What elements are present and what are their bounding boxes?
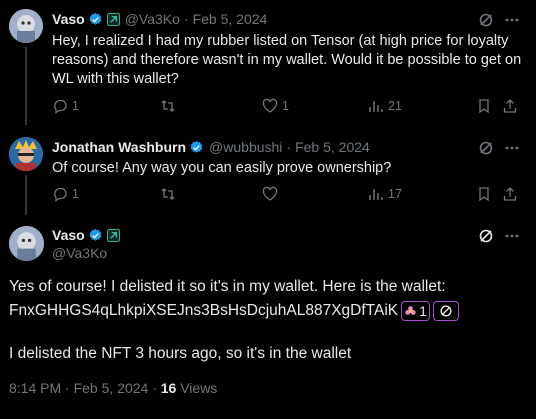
main-tweet: Vaso @Va3Ko Yes of course! I delisted it… — [0, 218, 536, 419]
more-icon[interactable] — [504, 12, 520, 28]
author-name[interactable]: Jonathan Washburn — [52, 139, 186, 155]
main-text-line-3: I delisted the NFT 3 hours ago, so it's … — [9, 345, 352, 362]
tweet-actions: 1 17 — [52, 186, 522, 206]
author-handle[interactable]: @wubbushi — [209, 139, 282, 155]
affiliate-icon[interactable] — [106, 12, 120, 26]
views-label: Views — [176, 380, 218, 396]
tensor-chip[interactable] — [432, 301, 459, 321]
verified-icon — [89, 12, 102, 25]
reply-count: 1 — [72, 99, 79, 113]
bookmark-button[interactable] — [476, 98, 492, 114]
author-handle[interactable]: @Va3Ko — [52, 245, 107, 261]
views-icon — [369, 189, 383, 200]
like-icon — [262, 186, 278, 201]
tweet-text-line: Of course! Any way you can easily prove … — [52, 160, 392, 176]
tweet-header: Vaso — [52, 227, 120, 243]
repost-button[interactable] — [160, 186, 180, 202]
separator: · — [183, 11, 189, 27]
like-count: 1 — [282, 99, 289, 113]
share-button[interactable] — [502, 98, 518, 114]
author-name[interactable]: Vaso — [52, 11, 85, 27]
wallet-line: FnxGHHGS4qLhkpiXSEJns3BsHsDcjuhAL887XgDf… — [9, 301, 459, 321]
tweet-text: Of course! Any way you can easily prove … — [52, 159, 532, 178]
grok-icon[interactable] — [478, 12, 494, 28]
tweet-text-line: reasons) and therefore wasn't in my wall… — [52, 52, 522, 68]
grok-icon[interactable] — [478, 228, 494, 244]
tweet-handle-row: @Va3Ko — [52, 245, 107, 261]
like-button[interactable] — [262, 186, 282, 202]
separator: · — [286, 139, 292, 155]
verified-icon — [190, 140, 203, 153]
share-icon — [503, 187, 517, 201]
reply-count: 1 — [72, 187, 79, 201]
verified-icon — [89, 228, 102, 241]
tweet-header: Vaso @Va3Ko · Feb 5, 2024 — [52, 11, 267, 27]
tweet-text: Hey, I realized I had my rubber listed o… — [52, 32, 532, 89]
tensor-icon — [440, 305, 452, 317]
bookmark-icon — [479, 187, 489, 202]
tweet-actions: 1 1 21 — [52, 98, 522, 118]
tweet-text-line: Hey, I realized I had my rubber listed o… — [52, 33, 509, 49]
like-icon — [262, 98, 278, 113]
views-total: 16 — [160, 380, 177, 396]
reply-button[interactable]: 1 — [52, 186, 79, 202]
tweet-header: Jonathan Washburn @wubbushi · Feb 5, 202… — [52, 139, 370, 155]
like-button[interactable]: 1 — [262, 98, 289, 114]
repost-icon — [161, 100, 175, 112]
repost-button[interactable] — [160, 98, 180, 114]
tweet-time[interactable]: 8:14 PM · Feb 5, 2024 · — [9, 380, 161, 396]
avatar[interactable] — [9, 226, 44, 261]
reply-button[interactable]: 1 — [52, 98, 79, 114]
wallet-address: FnxGHHGS4qLhkpiXSEJns3BsHsDcjuhAL887XgDf… — [9, 302, 399, 319]
flower-icon — [405, 305, 416, 315]
share-button[interactable] — [502, 186, 518, 202]
grok-icon[interactable] — [478, 140, 494, 156]
nft-chip[interactable]: 1 — [401, 301, 430, 321]
reply-icon — [54, 99, 67, 114]
more-icon[interactable] — [504, 228, 520, 244]
thread-line — [25, 47, 27, 125]
views-icon — [369, 101, 383, 112]
views-button[interactable]: 21 — [368, 98, 402, 114]
avatar[interactable] — [9, 137, 43, 171]
views-button[interactable]: 17 — [368, 186, 402, 202]
views-count: 17 — [388, 187, 402, 201]
tweet-2[interactable]: Jonathan Washburn @wubbushi · Feb 5, 202… — [0, 128, 536, 215]
reply-icon — [54, 187, 67, 202]
more-icon[interactable] — [504, 140, 520, 156]
share-icon — [503, 99, 517, 113]
affiliate-icon[interactable] — [106, 228, 120, 242]
avatar[interactable] — [9, 9, 43, 43]
nft-chip-count: 1 — [419, 303, 427, 319]
tweet-date[interactable]: Feb 5, 2024 — [193, 11, 268, 27]
tweet-1[interactable]: Vaso @Va3Ko · Feb 5, 2024 Hey, I realize… — [0, 0, 536, 125]
thread-line — [25, 175, 27, 215]
tweet-date[interactable]: Feb 5, 2024 — [295, 139, 370, 155]
views-count: 21 — [388, 99, 402, 113]
tweet-text-line: WL with this wallet? — [52, 71, 179, 87]
bookmark-icon — [479, 99, 489, 114]
author-name[interactable]: Vaso — [52, 227, 85, 243]
tweet-meta: 8:14 PM · Feb 5, 2024 · 16 Views — [9, 380, 217, 396]
bookmark-button[interactable] — [476, 186, 492, 202]
main-text-line-1: Yes of course! I delisted it so it's in … — [9, 278, 446, 295]
author-handle[interactable]: @Va3Ko — [125, 11, 180, 27]
repost-icon — [161, 188, 175, 200]
